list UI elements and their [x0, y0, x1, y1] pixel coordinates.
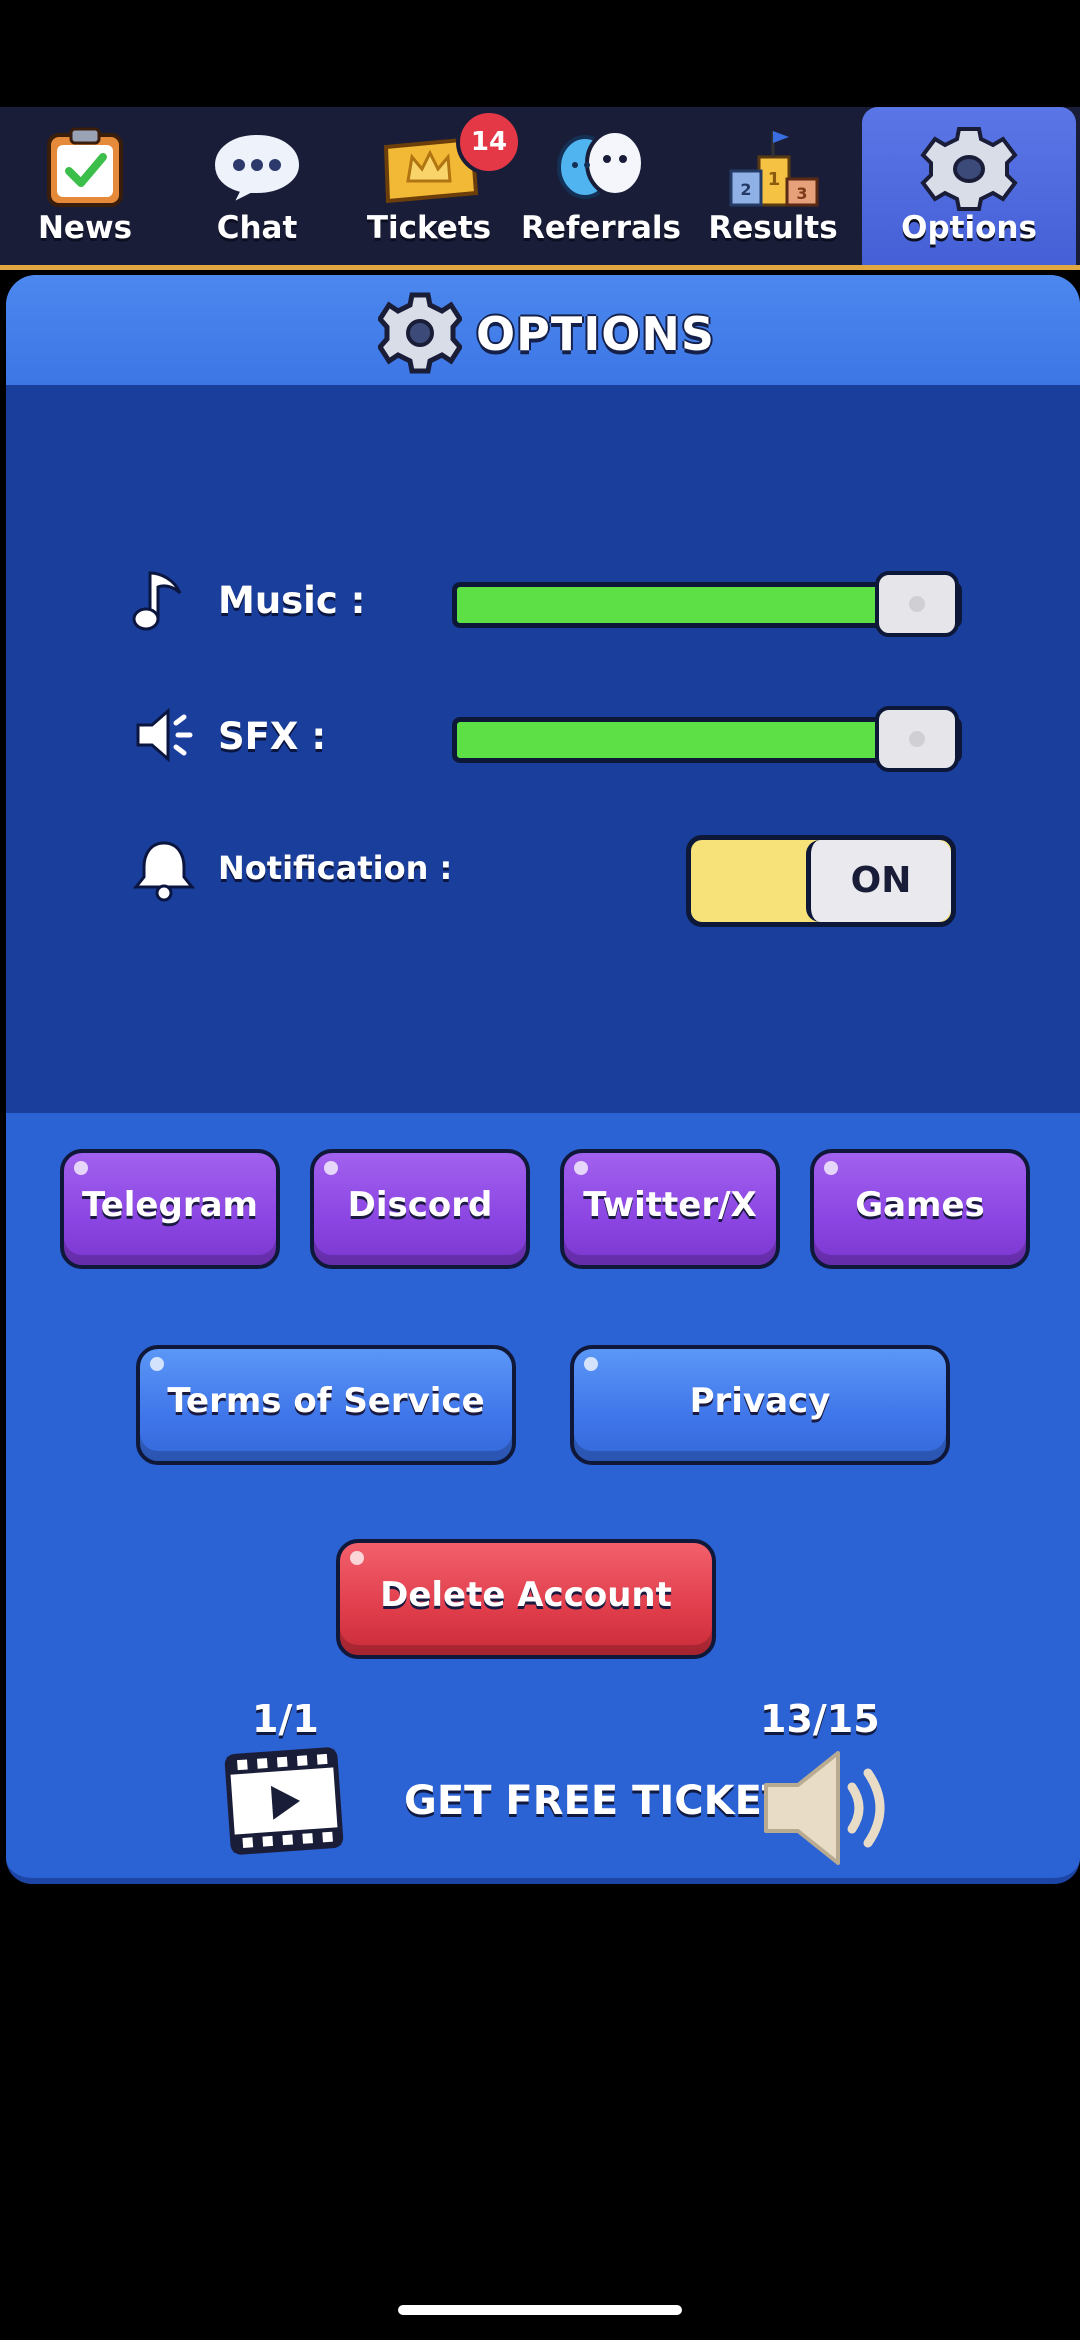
panel-header: OPTIONS: [6, 275, 1080, 385]
tab-referrals[interactable]: Referrals: [516, 107, 686, 265]
tab-label-referrals: Referrals: [521, 210, 681, 246]
svg-text:2: 2: [740, 180, 751, 199]
speaker-icon: [136, 707, 193, 763]
bell-icon: [132, 841, 196, 902]
tab-options[interactable]: Options: [862, 107, 1076, 265]
settings-area: Music : SFX : Notification : ON: [6, 385, 1080, 1113]
audio-count: 13/15: [760, 1697, 880, 1741]
tab-news[interactable]: News: [0, 107, 170, 265]
music-slider-knob[interactable]: [875, 571, 959, 637]
notification-toggle-state: ON: [806, 840, 951, 922]
home-indicator[interactable]: [398, 2305, 682, 2315]
tab-chat[interactable]: Chat: [172, 107, 342, 265]
telegram-button[interactable]: Telegram: [60, 1149, 280, 1269]
tab-label-tickets: Tickets: [366, 210, 492, 246]
audio-speaker-icon[interactable]: [754, 1745, 904, 1871]
friends-icon: [557, 129, 645, 199]
tab-label-chat: Chat: [216, 210, 298, 246]
music-note-icon: [132, 571, 182, 631]
tab-label-options: Options: [901, 210, 1037, 246]
clipboard-check-icon: [47, 127, 123, 207]
tickets-badge: 14: [456, 109, 522, 175]
discord-button[interactable]: Discord: [310, 1149, 530, 1269]
options-gear-icon: [378, 292, 462, 374]
svg-text:1: 1: [768, 169, 781, 190]
tab-label-news: News: [37, 210, 133, 246]
sfx-slider-knob[interactable]: [875, 706, 959, 772]
gear-icon: [920, 127, 1018, 211]
games-button[interactable]: Games: [810, 1149, 1030, 1269]
options-panel: OPTIONS Music : SFX : Notification : ON …: [6, 275, 1080, 1884]
chat-bubble-icon: [210, 130, 304, 207]
tab-tickets[interactable]: 14 Tickets: [344, 107, 522, 265]
notification-toggle[interactable]: ON: [686, 835, 956, 927]
svg-text:3: 3: [796, 184, 807, 203]
tab-label-results: Results: [708, 210, 838, 246]
music-label: Music :: [218, 579, 366, 622]
notification-label: Notification :: [218, 849, 453, 887]
video-clapper-icon[interactable]: [222, 1745, 346, 1857]
terms-of-service-button[interactable]: Terms of Service: [136, 1345, 516, 1465]
top-tab-bar: News Chat 14 Tickets Referrals 1 2 3 Res…: [0, 107, 1080, 270]
privacy-button[interactable]: Privacy: [570, 1345, 950, 1465]
twitter-x-button[interactable]: Twitter/X: [560, 1149, 780, 1269]
podium-icon: 1 2 3: [729, 131, 819, 207]
delete-account-button[interactable]: Delete Account: [336, 1539, 716, 1659]
tab-results[interactable]: 1 2 3 Results: [688, 107, 858, 265]
sfx-label: SFX :: [218, 715, 327, 758]
panel-title: OPTIONS: [476, 307, 716, 361]
video-count: 1/1: [252, 1697, 319, 1741]
